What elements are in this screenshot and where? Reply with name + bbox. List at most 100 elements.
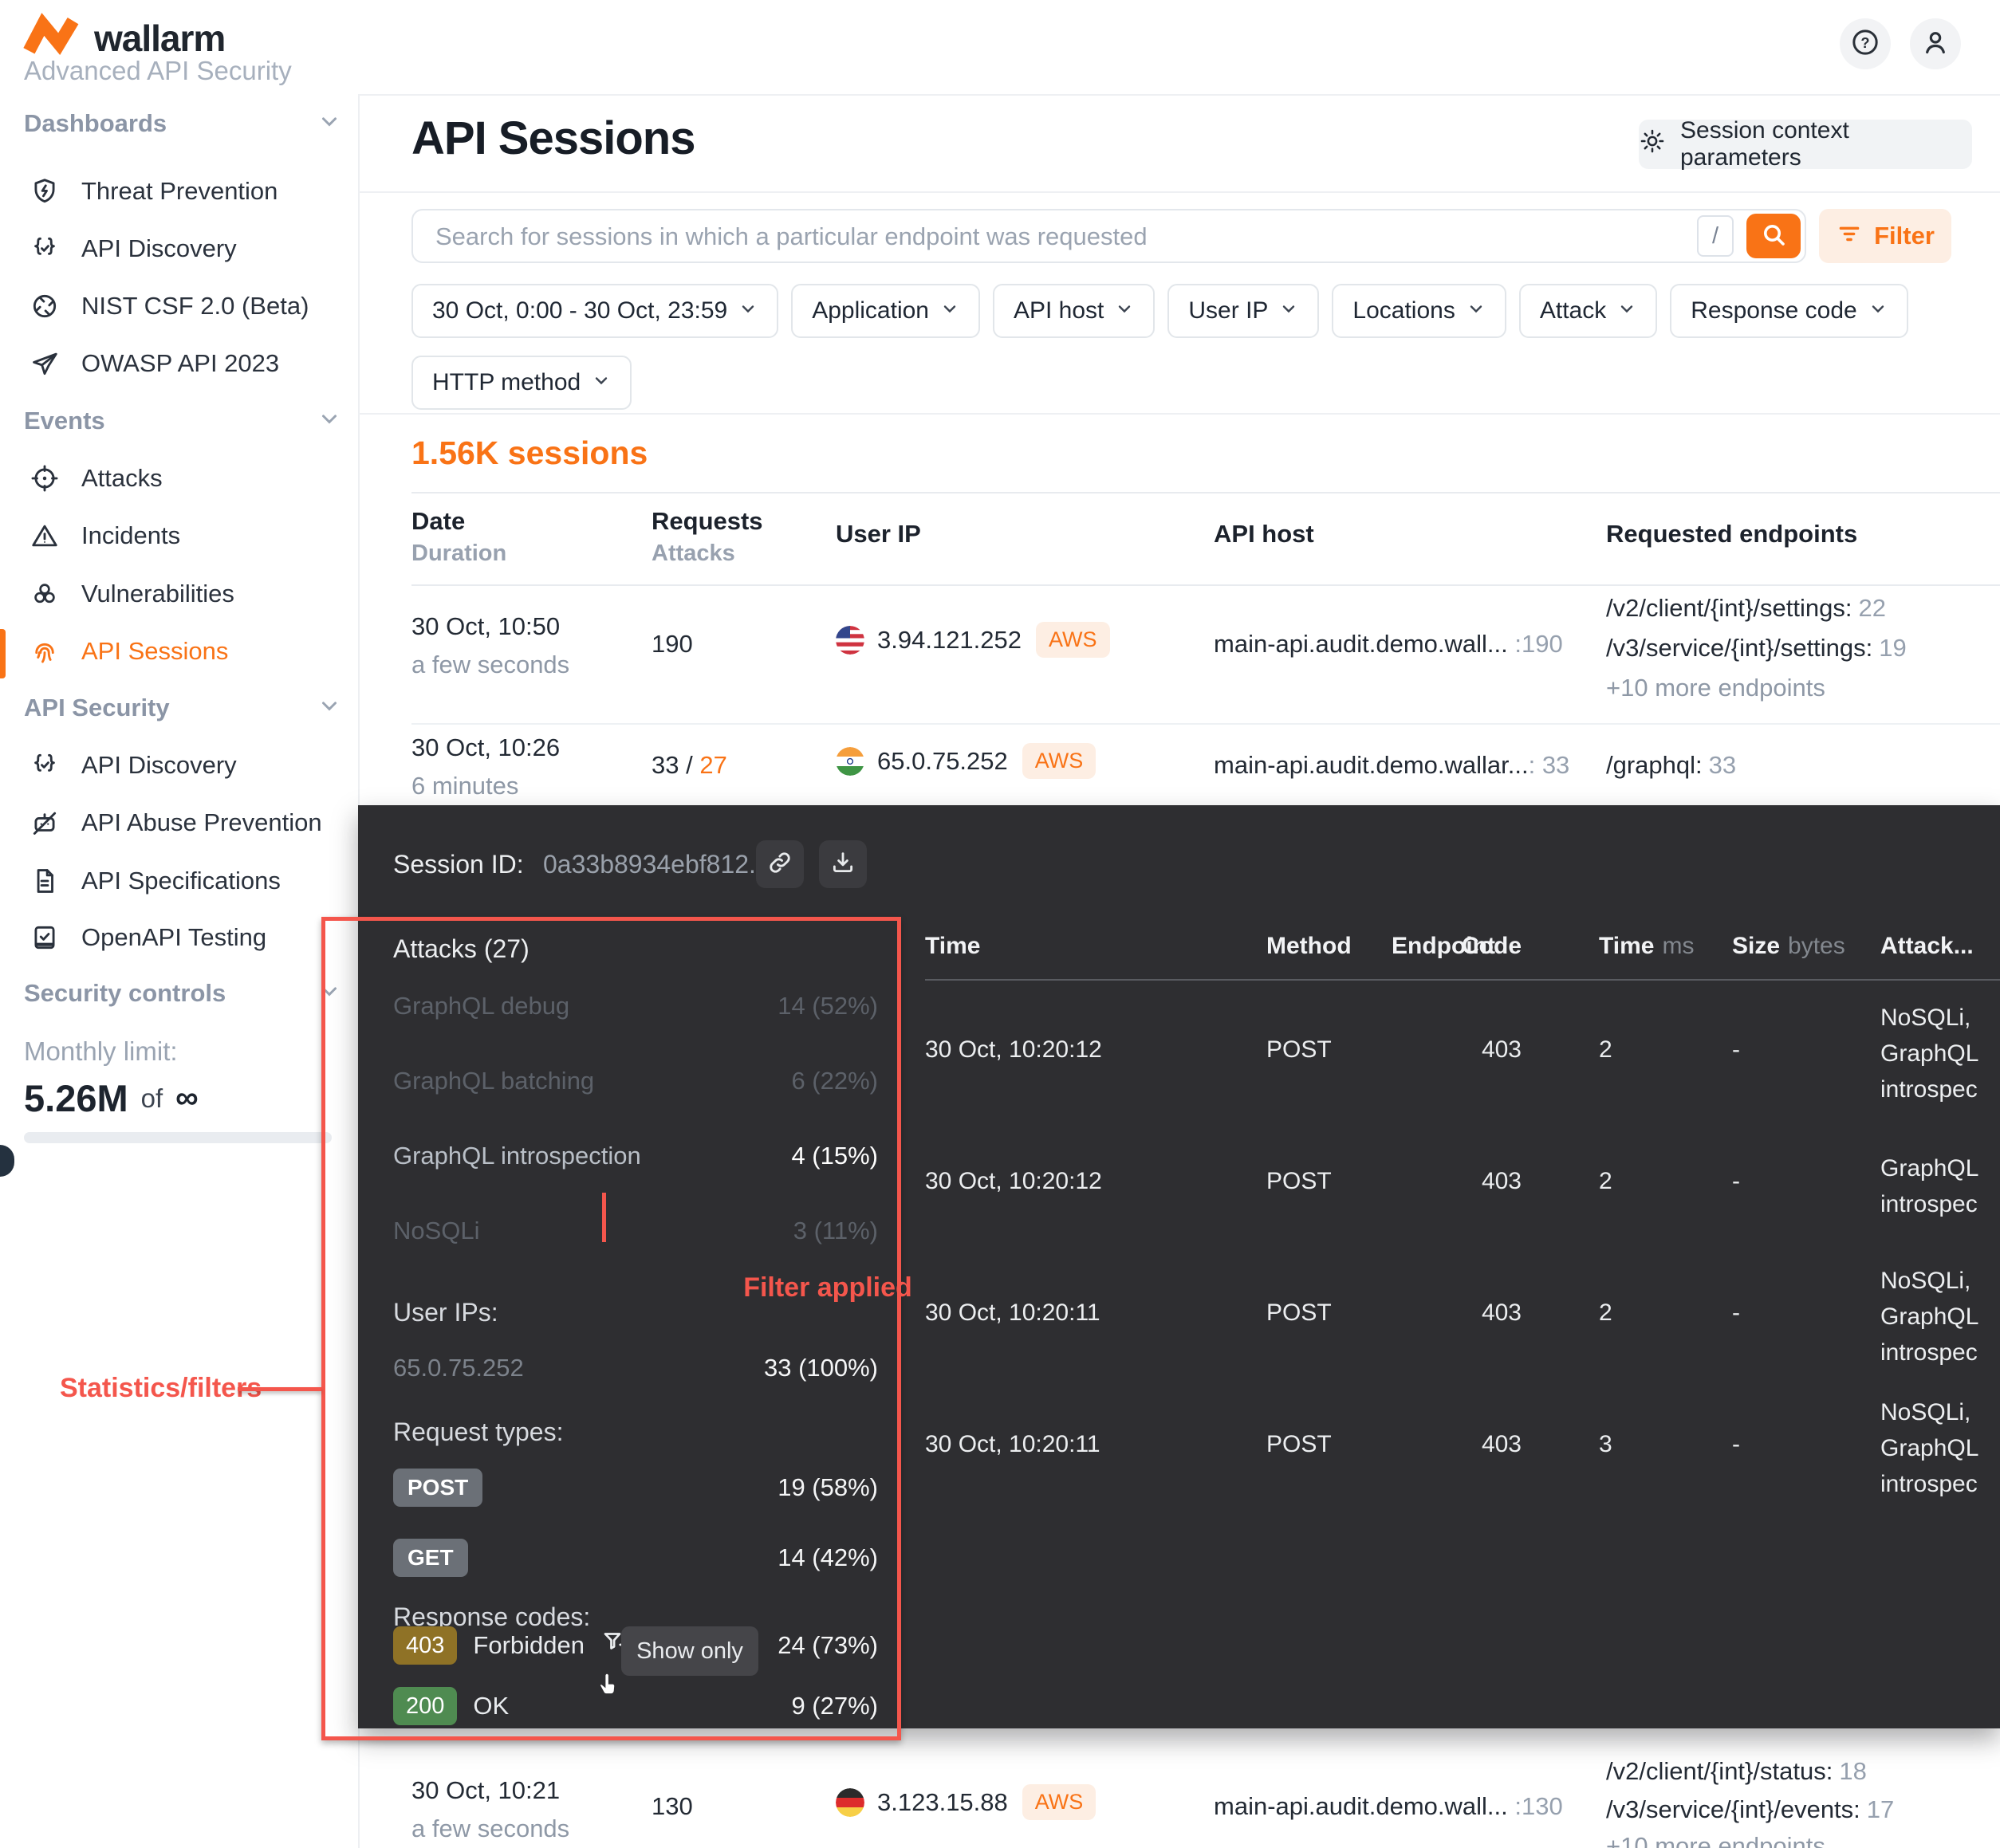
link-icon	[766, 849, 793, 880]
brand-name: wallarm	[94, 17, 225, 60]
chip-http-method[interactable]: HTTP method	[411, 356, 632, 410]
panel-attacks-title: Attacks (27)	[393, 934, 530, 964]
request-row-4[interactable]: 30 Oct, 10:20:11 POST 403 3 - NoSQLi, Gr…	[358, 1382, 2000, 1513]
session-duration: a few seconds	[411, 1815, 569, 1843]
dcol-size: Sizebytes	[1732, 933, 1845, 960]
session-id-label: Session ID:	[393, 850, 524, 879]
more-endpoints-link[interactable]: +10 more endpoints	[1606, 674, 1825, 702]
session-id-value: 0a33b8934ebf812...	[543, 850, 770, 879]
help-button[interactable]: ?	[1840, 18, 1891, 69]
crosshair-icon	[29, 462, 61, 494]
api-sessions-page: wallarm Advanced API Security Dashboards…	[0, 0, 2000, 1848]
session-api-host: main-api.audit.demo.wallar...: 33	[1214, 751, 1569, 780]
col-header-requests: Requests	[652, 507, 763, 536]
session-endpoint: /v2/client/{int}/status:18	[1606, 1757, 1867, 1786]
sidebar-item-api-discovery[interactable]: API Discovery	[29, 230, 237, 268]
sidebar-item-owasp[interactable]: OWASP API 2023	[29, 344, 279, 383]
attacks-count: 27	[699, 751, 726, 779]
session-requests: 130	[652, 1792, 693, 1821]
session-context-parameters-button[interactable]: Session context parameters	[1639, 120, 1972, 169]
chip-date-range[interactable]: 30 Oct, 0:00 - 30 Oct, 23:59	[411, 284, 778, 338]
chip-response-code[interactable]: Response code	[1670, 284, 1907, 338]
flag-de-icon	[836, 1788, 864, 1817]
session-date: 30 Oct, 10:26	[411, 733, 560, 762]
chevron-down-icon	[1868, 297, 1888, 324]
session-date: 30 Oct, 10:50	[411, 612, 560, 641]
sidebar-section-events[interactable]: Events	[24, 402, 105, 440]
col-header-date: Date	[411, 507, 465, 536]
session-endpoint: /v3/service/{int}/events:17	[1606, 1795, 1894, 1824]
filter-button[interactable]: Filter	[1819, 209, 1951, 263]
annotation-connector-line	[238, 1387, 321, 1391]
cloud-badge: AWS	[1036, 622, 1110, 658]
search-shortcut-badge: /	[1697, 215, 1734, 257]
sidebar-section-security-controls[interactable]: Security controls	[24, 974, 226, 1012]
svg-text:?: ?	[1860, 34, 1869, 51]
dcol-time-ms: Timems	[1599, 933, 1694, 960]
sidebar-item-threat-prevention[interactable]: Threat Prevention	[29, 172, 278, 210]
monthly-limit-label: Monthly limit:	[24, 1036, 178, 1067]
search-button[interactable]	[1746, 214, 1801, 258]
download-button[interactable]	[819, 840, 867, 888]
session-endpoint: /graphql:33	[1606, 751, 1736, 780]
session-details-panel: Session ID: 0a33b8934ebf812... Attacks (…	[358, 805, 2000, 1728]
sidebar-item-api-abuse-prevention[interactable]: API Abuse Prevention	[29, 804, 322, 842]
copy-link-button[interactable]	[756, 840, 804, 888]
shield-bolt-icon	[29, 175, 61, 207]
session-row-2[interactable]: 30 Oct, 10:26 6 minutes 33 / 27 65.0.75.…	[0, 723, 2000, 805]
chevron-down-icon	[592, 369, 611, 396]
request-row-1[interactable]: 30 Oct, 10:20:12 POST 403 2 - NoSQLi, Gr…	[358, 987, 2000, 1119]
sidebar-item-nist-csf[interactable]: NIST CSF 2.0 (Beta)	[29, 287, 309, 325]
chip-api-host[interactable]: API host	[993, 284, 1155, 338]
method-badge-get: GET	[393, 1539, 468, 1577]
session-row-1[interactable]: 30 Oct, 10:50 a few seconds 190 3.94.121…	[0, 584, 2000, 723]
cloud-badge: AWS	[1022, 743, 1096, 779]
help-icon: ?	[1849, 26, 1881, 62]
annotation-tick	[602, 1193, 606, 1242]
monthly-limit-progressbar	[24, 1132, 332, 1143]
code-badge-403: 403	[393, 1626, 457, 1665]
check-square-icon	[29, 922, 61, 953]
dcol-method: Method	[1266, 933, 1352, 960]
more-endpoints-link[interactable]: +10 more endpoints	[1606, 1832, 1825, 1848]
annotation-statistics-filters: Statistics/filters	[60, 1373, 262, 1404]
request-type-get[interactable]: GET 14 (42%)	[393, 1537, 878, 1579]
session-date: 30 Oct, 10:21	[411, 1776, 560, 1805]
document-icon	[29, 865, 61, 897]
user-menu-button[interactable]	[1910, 18, 1961, 69]
session-endpoint: /v3/service/{int}/settings:19	[1606, 634, 1907, 663]
search-input[interactable]	[434, 210, 1697, 263]
chevron-down-icon	[317, 407, 341, 434]
annotation-filter-applied: Filter applied	[549, 1272, 1107, 1303]
infinity-symbol: ∞	[175, 1080, 199, 1116]
chip-locations[interactable]: Locations	[1332, 284, 1506, 338]
chevron-down-icon	[317, 979, 341, 1007]
flag-in-icon	[836, 747, 864, 776]
response-code-200[interactable]: 200 OK 9 (27%)	[393, 1687, 878, 1725]
chevron-down-icon	[1617, 297, 1636, 324]
chevron-down-icon	[317, 109, 341, 137]
dcol-time: Time	[925, 933, 980, 960]
chip-user-ip[interactable]: User IP	[1167, 284, 1319, 338]
sidebar-item-openapi-testing[interactable]: OpenAPI Testing	[29, 918, 266, 957]
chip-attack[interactable]: Attack	[1519, 284, 1657, 338]
show-only-tooltip-button[interactable]: Show only	[621, 1626, 758, 1676]
request-row-3[interactable]: 30 Oct, 10:20:11 POST 403 2 - NoSQLi, Gr…	[358, 1250, 2000, 1382]
page-title: API Sessions	[411, 112, 695, 165]
sidebar-item-api-specifications[interactable]: API Specifications	[29, 862, 281, 900]
cloud-badge: AWS	[1022, 1784, 1096, 1820]
session-user-ip: 65.0.75.252 AWS	[836, 743, 1096, 779]
col-header-user-ip: User IP	[836, 520, 921, 549]
session-row-3[interactable]: 30 Oct, 10:21 a few seconds 130 3.123.15…	[0, 1746, 2000, 1848]
chevron-down-icon	[940, 297, 959, 324]
chevron-down-icon	[1279, 297, 1298, 324]
session-endpoint: /v2/client/{int}/settings:22	[1606, 594, 1886, 623]
monthly-limit-value: 5.26M of ∞	[24, 1076, 199, 1120]
sidebar-item-incidents[interactable]: Incidents	[29, 517, 180, 555]
chip-application[interactable]: Application	[791, 284, 980, 338]
search-icon	[1759, 220, 1788, 253]
sidebar-section-dashboards[interactable]: Dashboards	[24, 104, 167, 143]
session-user-ip: 3.94.121.252 AWS	[836, 622, 1110, 658]
bot-crossed-icon	[29, 807, 61, 839]
sidebar-item-attacks[interactable]: Attacks	[29, 459, 163, 497]
